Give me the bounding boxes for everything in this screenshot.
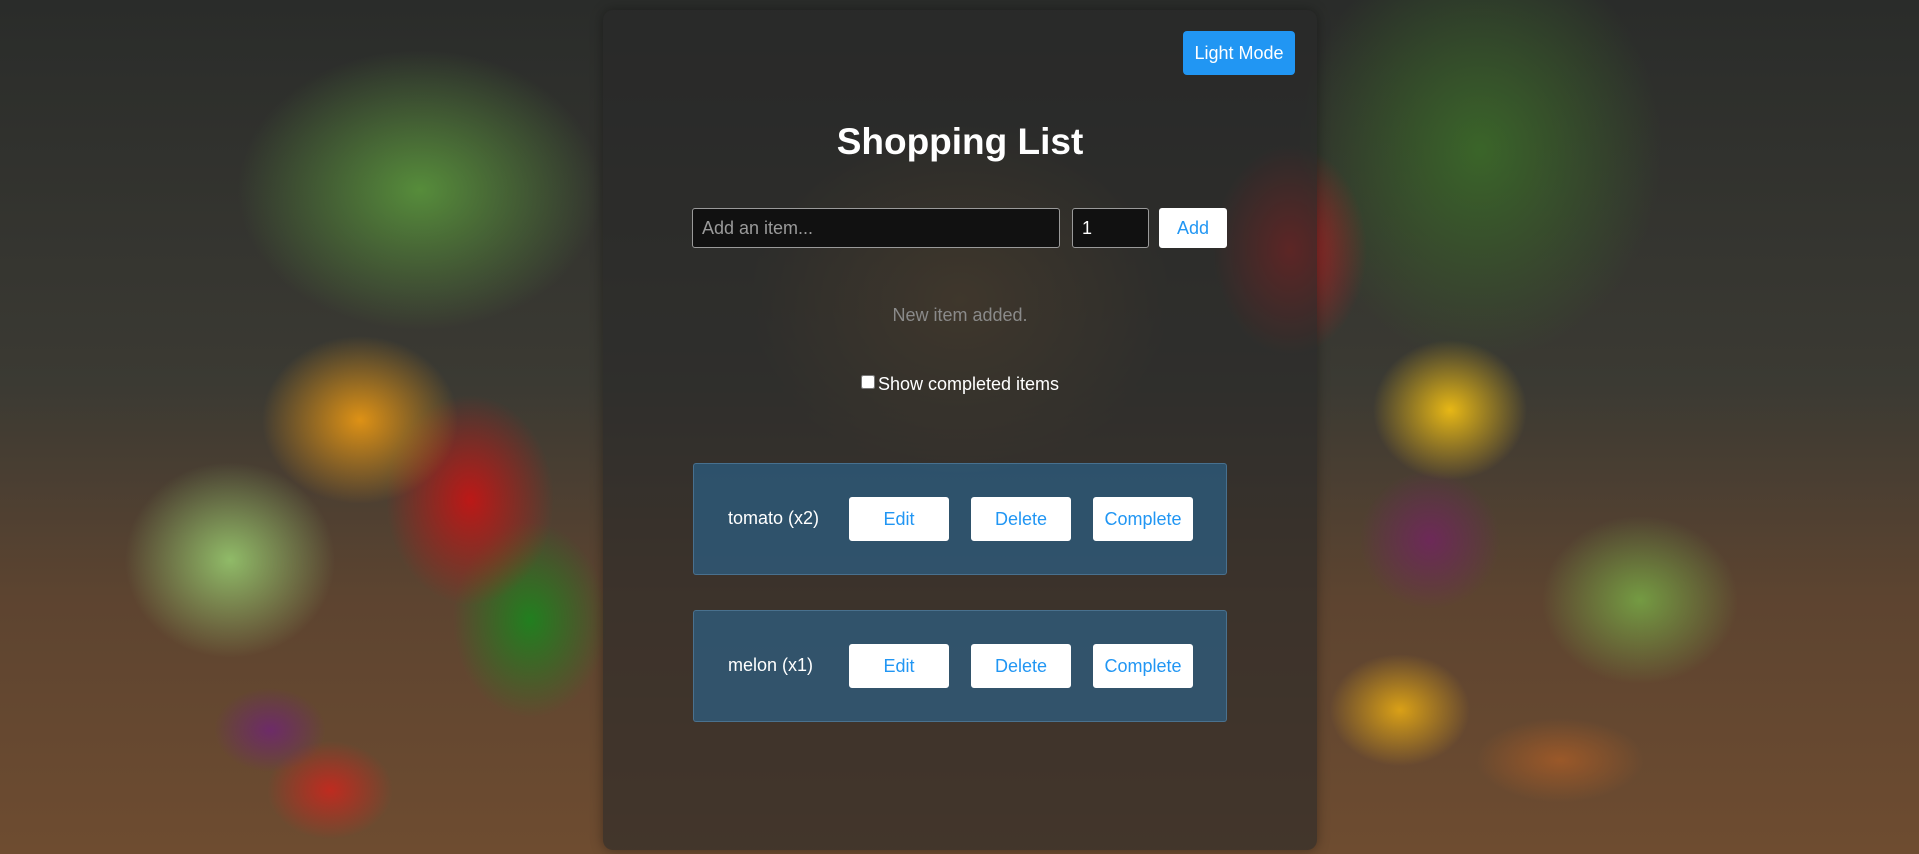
edit-button[interactable]: Edit [849, 497, 949, 541]
add-item-input[interactable] [692, 208, 1060, 248]
add-button[interactable]: Add [1159, 208, 1227, 248]
complete-button[interactable]: Complete [1093, 644, 1193, 688]
show-completed-label: Show completed items [877, 374, 1060, 394]
list-item: tomato (x2) Edit Delete Complete [693, 463, 1227, 575]
show-completed-toggle[interactable]: Show completed items [603, 374, 1317, 395]
show-completed-checkbox[interactable] [860, 375, 875, 389]
edit-button[interactable]: Edit [849, 644, 949, 688]
quantity-input[interactable] [1072, 208, 1149, 248]
item-name: tomato (x2) [728, 508, 820, 528]
complete-button[interactable]: Complete [1093, 497, 1193, 541]
status-message: New item added. [892, 305, 1028, 325]
list-item: melon (x1) Edit Delete Complete [693, 610, 1227, 722]
delete-button[interactable]: Delete [971, 644, 1071, 688]
delete-button[interactable]: Delete [971, 497, 1071, 541]
light-mode-toggle-button[interactable]: Light Mode [1183, 31, 1295, 75]
page-title: Shopping List [836, 121, 1084, 162]
item-name: melon (x1) [728, 655, 814, 675]
